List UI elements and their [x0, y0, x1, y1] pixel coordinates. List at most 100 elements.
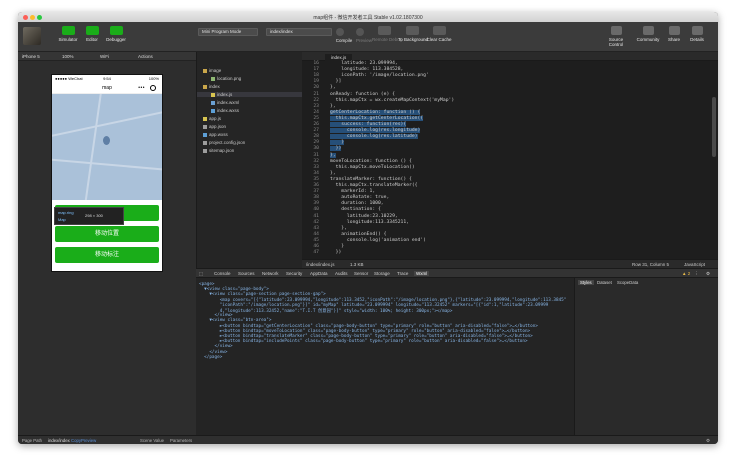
warning-badge[interactable]: ▲ 2	[682, 271, 690, 276]
network-select[interactable]: WiFi	[100, 54, 109, 59]
mode-select[interactable]: Mini Program Mode	[198, 28, 258, 36]
move-location-button[interactable]: 移动位置	[55, 226, 159, 242]
compile-page-select[interactable]: index/index	[266, 28, 332, 36]
tab-scopedata[interactable]: ScopeData	[617, 280, 638, 285]
tree-file[interactable]: project.config.json	[203, 140, 245, 145]
tree-file-selected[interactable]: index.js	[197, 92, 303, 97]
file-path: /index/index.js	[306, 262, 335, 267]
tab-network[interactable]: Network	[262, 271, 279, 276]
line-number: 46	[313, 244, 319, 249]
tree-folder-image[interactable]: image	[203, 68, 221, 73]
clear-cache-icon	[432, 26, 446, 35]
tab-wxml[interactable]: Wxml	[414, 271, 430, 276]
source-control-icon	[610, 26, 622, 35]
map-view[interactable]	[52, 94, 162, 200]
line-text: latitude:23.10229,	[330, 213, 398, 219]
line-number: 37	[313, 189, 319, 195]
json-file-icon	[203, 148, 207, 153]
tab-appdata[interactable]: AppData	[310, 271, 328, 276]
editor-tab-bar: index.js	[302, 52, 718, 62]
js-file-icon	[211, 92, 215, 97]
clear-cache-button[interactable]: Clear Cache	[426, 26, 452, 42]
line-text: },	[330, 103, 336, 109]
to-background-button[interactable]: To Background	[398, 26, 428, 42]
tab-sources[interactable]: Sources	[238, 271, 255, 276]
tab-sensor[interactable]: Sensor	[354, 271, 368, 276]
more-icon[interactable]: ⋮	[694, 271, 699, 277]
tab-storage[interactable]: Storage	[374, 271, 390, 276]
line-text: },	[330, 152, 336, 158]
map-road	[83, 94, 103, 200]
map-road	[52, 158, 162, 172]
settings-icon[interactable]: ⚙	[706, 438, 710, 444]
tree-file[interactable]: location.png	[211, 76, 241, 81]
actions-select[interactable]: Actions	[138, 54, 153, 59]
wxml-node-line[interactable]: ►<button bindtap="includePoints" class="…	[199, 339, 528, 344]
location-marker-icon[interactable]	[103, 136, 110, 145]
line-number: 31	[313, 152, 319, 158]
settings-icon[interactable]: ⚙	[706, 271, 710, 277]
tree-file[interactable]: app.json	[203, 124, 226, 129]
line-text: success: function(res){	[330, 122, 407, 127]
code-editor: index.js 16 latitude: 23.099994, 17 longi…	[302, 52, 718, 268]
cursor-position: Row 31, Column 5	[632, 262, 670, 267]
tab-security[interactable]: Security	[286, 271, 302, 276]
tab-console[interactable]: Console	[214, 271, 231, 276]
tooltip-tag: Map	[58, 217, 66, 222]
code-area[interactable]: 16 latitude: 23.099994, 17 longitude: 113…	[302, 61, 718, 259]
simulator-options-bar: iPhone 5 100% WiFi Actions	[18, 52, 196, 61]
debug-icon	[109, 26, 123, 35]
move-marker-button[interactable]: 移动标注	[55, 247, 159, 263]
tab-trace[interactable]: Trace	[397, 271, 408, 276]
remote-debug-button[interactable]: Remote Debug	[372, 26, 402, 42]
line-number: 38	[313, 195, 319, 201]
tree-file[interactable]: app.wxss	[203, 132, 228, 137]
wxml-node-line[interactable]: 4,"longitude":113.32452,"name":"T.I.T 创意…	[199, 308, 453, 314]
background-icon	[405, 26, 419, 35]
line-text: }	[330, 140, 345, 146]
copy-link[interactable]: Copy	[71, 438, 81, 443]
line-text: },	[330, 225, 347, 231]
page-path-label: Page Path	[22, 438, 43, 443]
tree-file[interactable]: index.wxml	[211, 100, 239, 105]
tab-audits[interactable]: Audits	[335, 271, 348, 276]
parameters-button[interactable]: Parameters	[170, 438, 192, 443]
device-select[interactable]: iPhone 5	[22, 54, 40, 59]
preview-icon[interactable]	[356, 28, 364, 36]
details-button[interactable]: Details	[683, 26, 711, 42]
close-target-icon[interactable]	[150, 84, 156, 91]
tree-file[interactable]: app.js	[203, 116, 221, 121]
simulator-toggle-button[interactable]: Simulator	[56, 26, 80, 42]
wxml-tree[interactable]: <page> ▼<view class="page-body"> ▼<view …	[196, 278, 574, 436]
element-inspect-tooltip: map.ring Map 298 × 300	[54, 207, 124, 225]
line-text: this.mapCtx.translateMarker({	[330, 183, 418, 188]
wxml-node-line[interactable]: </page>	[199, 355, 222, 360]
avatar[interactable]	[23, 27, 41, 45]
file-size: 1.3 KB	[350, 262, 364, 267]
line-text: }]	[330, 79, 342, 85]
tooltip-size: 298 × 300	[85, 213, 103, 218]
editor-scrollbar[interactable]	[712, 97, 716, 157]
styles-pane: Styles Dataset ScopeData	[574, 278, 718, 436]
refresh-icon[interactable]	[336, 28, 344, 36]
tab-dataset[interactable]: Dataset	[597, 280, 612, 285]
language-mode[interactable]: JavaScript	[684, 262, 705, 267]
line-text: markerId: 1,	[330, 189, 376, 195]
source-control-button[interactable]: Source Control	[602, 26, 630, 47]
zoom-select[interactable]: 100%	[62, 54, 74, 59]
scene-value-button[interactable]: Scene Value	[140, 438, 164, 443]
tab-styles[interactable]: Styles	[578, 280, 594, 285]
code-line[interactable]: 47 })	[302, 250, 718, 257]
community-button[interactable]: Community	[634, 26, 662, 42]
line-number: 34	[313, 170, 319, 176]
more-icon[interactable]: •••	[138, 85, 145, 91]
tree-file[interactable]: sitemap.json	[203, 148, 234, 153]
preview-link[interactable]: Preview	[81, 438, 96, 443]
wxss-file-icon	[203, 132, 207, 137]
tree-file[interactable]: index.wxss	[211, 108, 239, 113]
inspect-icon[interactable]: ⬚	[199, 271, 203, 277]
debugger-toggle-button[interactable]: Debugger	[104, 26, 128, 42]
line-text: duration: 1000,	[330, 201, 384, 207]
tree-folder-index[interactable]: index	[203, 84, 220, 89]
editor-toggle-button[interactable]: Editor	[80, 26, 104, 42]
